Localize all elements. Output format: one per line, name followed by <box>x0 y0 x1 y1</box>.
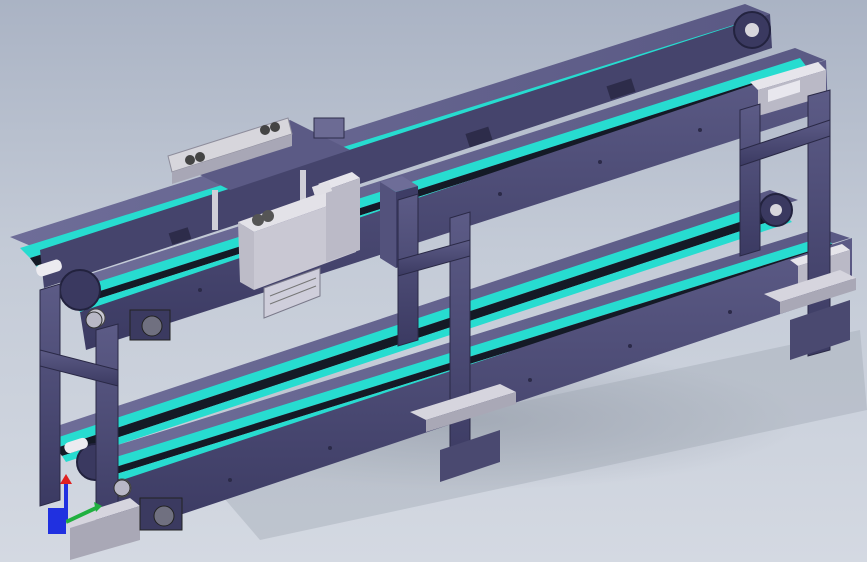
cad-viewport[interactable] <box>0 0 867 562</box>
bracket-hole <box>195 152 205 162</box>
bracket-hole <box>270 122 280 132</box>
lower-back-end-hub <box>770 204 782 216</box>
conveyor-assembly-model[interactable] <box>0 0 867 562</box>
carriage-vertical-post-front <box>380 182 396 268</box>
triad-x-axis <box>65 506 97 524</box>
cylinder-body-front <box>238 222 254 290</box>
bracket-hole <box>185 155 195 165</box>
back-upper-end-roller-hub <box>745 23 759 37</box>
leg-right-back <box>739 103 761 257</box>
triad-z-axis <box>48 508 66 534</box>
cylinder-port <box>262 210 274 222</box>
coordinate-triad-icon <box>48 474 102 534</box>
rail-stop-block <box>313 117 345 139</box>
triad-y-arrow <box>60 474 72 484</box>
guide-rod-left <box>212 190 218 230</box>
bracket-hole <box>260 125 270 135</box>
front-upper-end-roller <box>59 269 101 311</box>
